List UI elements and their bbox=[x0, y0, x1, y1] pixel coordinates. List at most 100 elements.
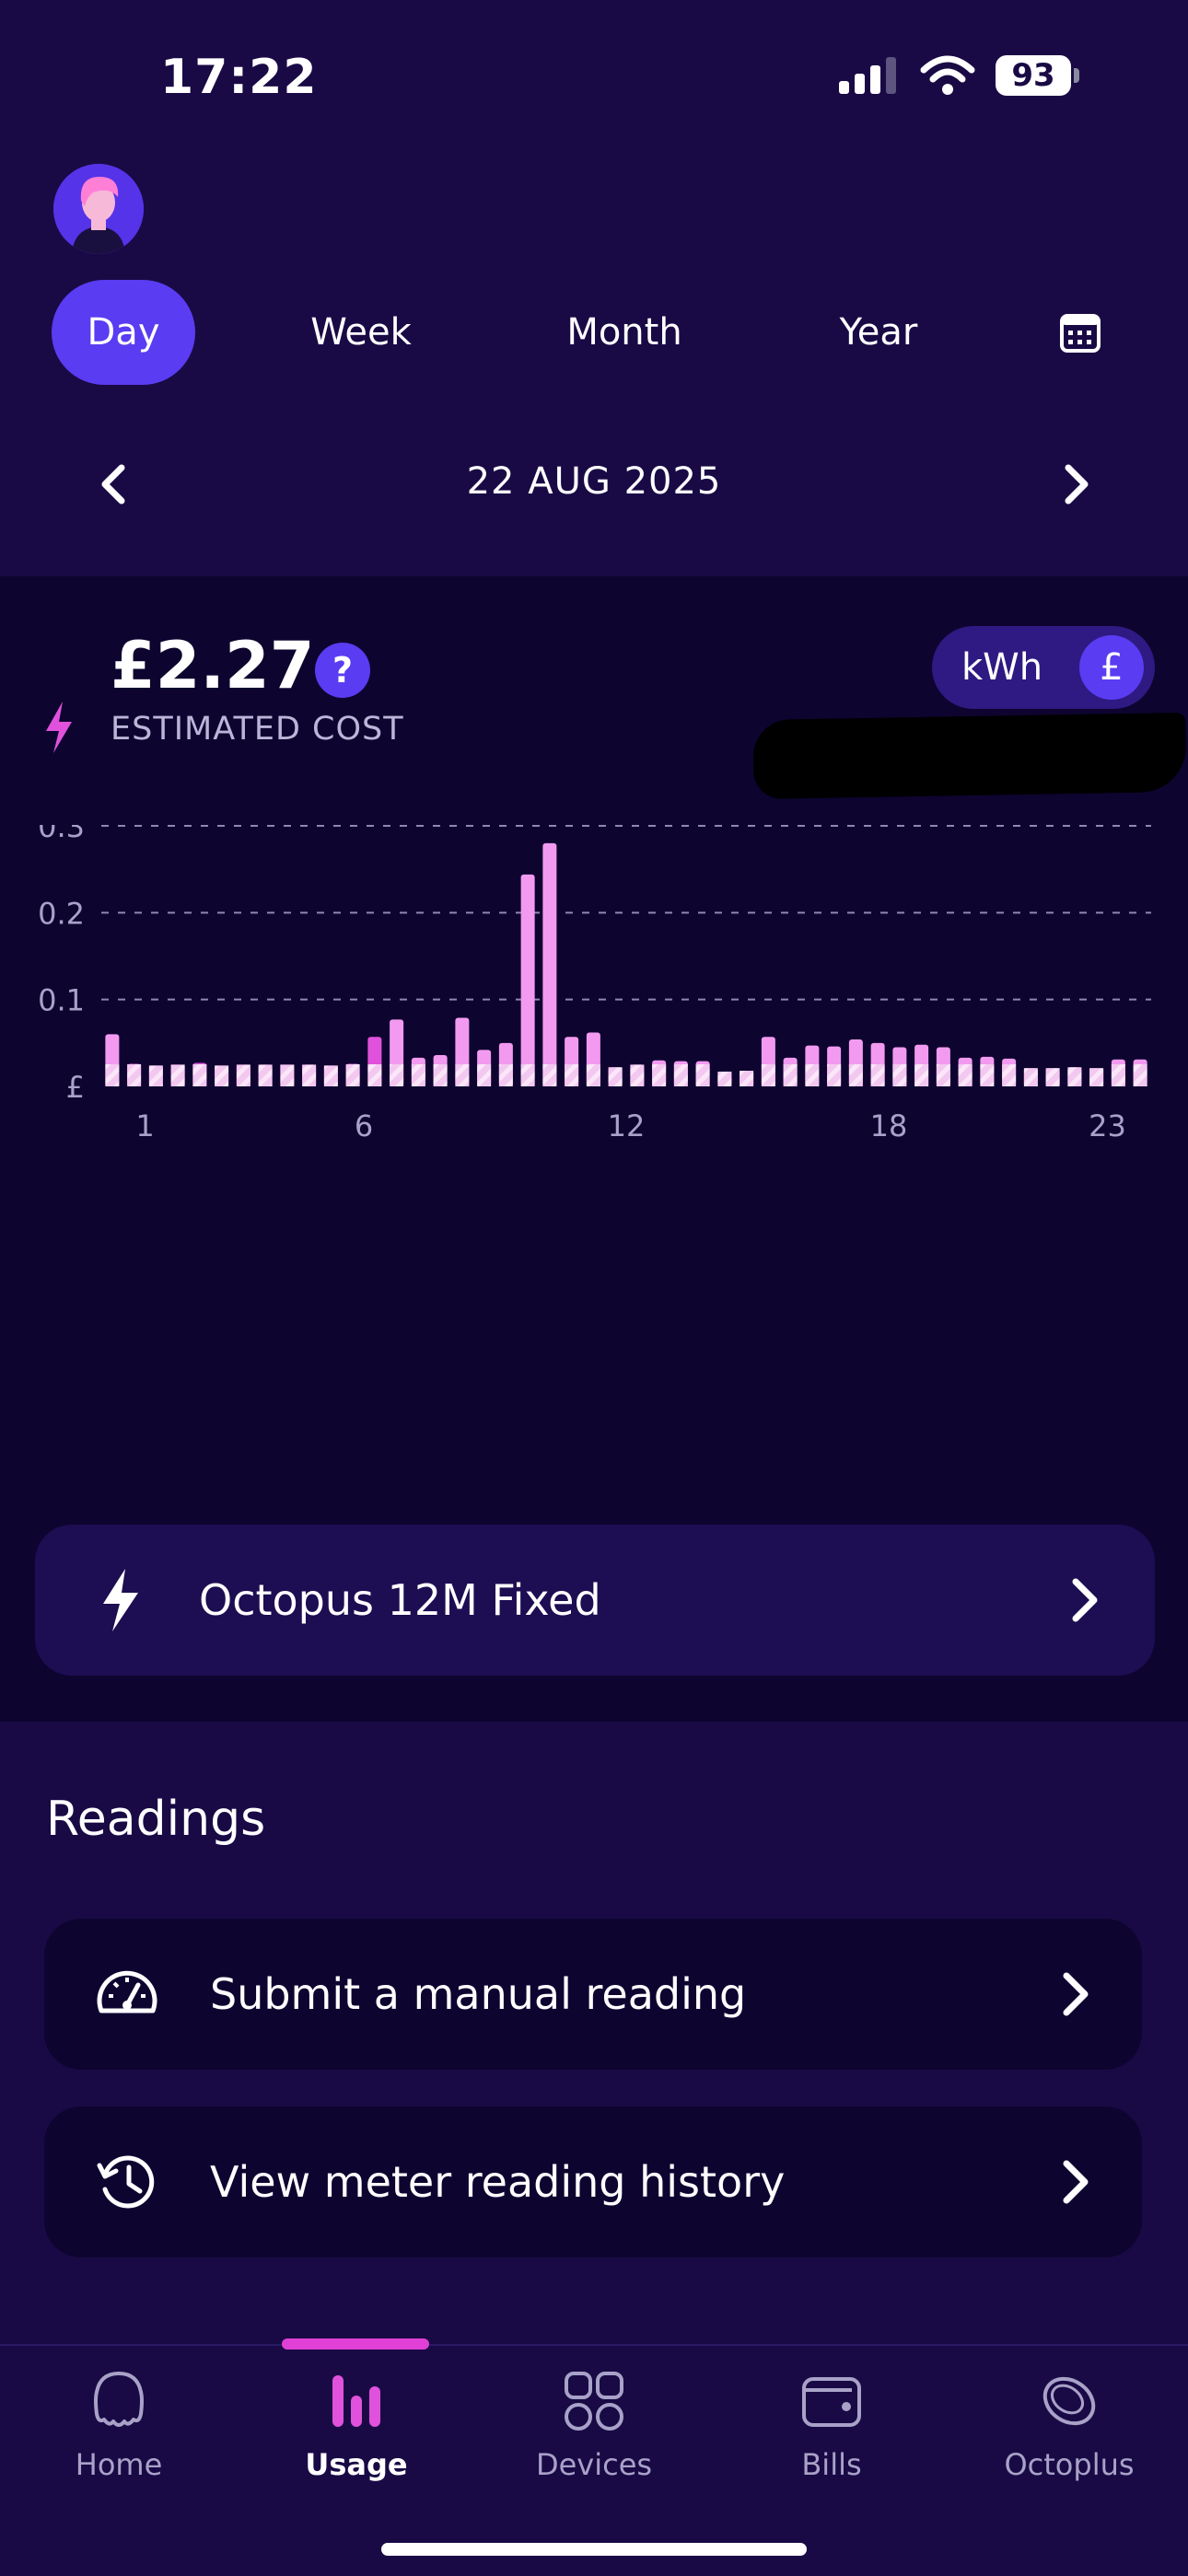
usage-bar[interactable] bbox=[870, 1042, 885, 1086]
usage-bar-chart: 0.3 0.2 0.1 £1 6 12 18 23 bbox=[38, 825, 1151, 1143]
usage-bar[interactable] bbox=[455, 1017, 470, 1086]
usage-panel: £2.27 ? ESTIMATED COST kWh £ 0.3 0.2 0.1 £1… bbox=[0, 576, 1188, 1722]
nav-devices-label: Devices bbox=[535, 2447, 653, 2482]
usage-bar[interactable] bbox=[914, 1044, 929, 1086]
tab-week[interactable]: Week bbox=[285, 280, 437, 385]
usage-bar[interactable] bbox=[608, 1067, 623, 1086]
usage-bar[interactable] bbox=[1045, 1068, 1060, 1086]
usage-bar[interactable] bbox=[433, 1055, 448, 1086]
submit-reading-card[interactable]: Submit a manual reading bbox=[44, 1919, 1142, 2070]
usage-bar[interactable] bbox=[827, 1046, 842, 1086]
usage-bar[interactable] bbox=[565, 1037, 579, 1086]
usage-bar[interactable] bbox=[236, 1064, 250, 1086]
usage-bar[interactable] bbox=[695, 1061, 710, 1086]
usage-bar[interactable] bbox=[936, 1047, 950, 1086]
signal-icon bbox=[839, 57, 896, 94]
x-tick-label: 1 bbox=[135, 1108, 154, 1143]
readings-title: Readings bbox=[46, 1792, 266, 1847]
nav-bills[interactable]: Bills bbox=[713, 2366, 950, 2482]
next-date-button[interactable] bbox=[1048, 457, 1103, 512]
lightning-icon bbox=[46, 702, 72, 753]
usage-bar[interactable] bbox=[192, 1062, 207, 1086]
usage-bar[interactable] bbox=[411, 1057, 425, 1086]
selected-date: 22 AUG 2025 bbox=[466, 460, 722, 503]
usage-bar[interactable] bbox=[1023, 1068, 1038, 1086]
unit-gbp-option[interactable]: £ bbox=[1079, 635, 1144, 700]
reading-history-label: View meter reading history bbox=[210, 2157, 786, 2207]
usage-bar[interactable] bbox=[477, 1050, 492, 1086]
unit-toggle[interactable]: kWh £ bbox=[932, 626, 1155, 709]
usage-bar[interactable] bbox=[1089, 1068, 1104, 1086]
usage-bar[interactable] bbox=[980, 1056, 995, 1086]
y-tick-label: 0.1 bbox=[38, 983, 85, 1018]
y-tick-label: £ bbox=[66, 1070, 85, 1105]
active-tab-indicator bbox=[282, 2338, 429, 2350]
grid-icon bbox=[565, 2372, 623, 2431]
usage-bar[interactable] bbox=[673, 1061, 688, 1086]
tariff-card[interactable]: Octopus 12M Fixed bbox=[35, 1525, 1155, 1676]
usage-bar[interactable] bbox=[280, 1064, 295, 1086]
gauge-icon bbox=[97, 1970, 157, 2013]
usage-bar[interactable] bbox=[892, 1047, 907, 1086]
usage-bar[interactable] bbox=[127, 1063, 142, 1086]
wifi-icon bbox=[920, 55, 975, 95]
usage-bar[interactable] bbox=[1002, 1058, 1017, 1086]
help-icon[interactable]: ? bbox=[315, 643, 370, 698]
usage-bar[interactable] bbox=[170, 1064, 185, 1086]
usage-bar[interactable] bbox=[630, 1064, 645, 1086]
usage-bar[interactable] bbox=[1111, 1059, 1125, 1086]
usage-bar[interactable] bbox=[498, 1042, 513, 1086]
usage-bar[interactable] bbox=[1067, 1067, 1082, 1086]
tariff-name: Octopus 12M Fixed bbox=[199, 1575, 601, 1625]
usage-bar[interactable] bbox=[390, 1019, 404, 1086]
unit-kwh-option[interactable]: kWh bbox=[961, 626, 1042, 709]
usage-bar[interactable] bbox=[783, 1057, 798, 1086]
submit-reading-label: Submit a manual reading bbox=[210, 1969, 747, 2019]
nav-usage[interactable]: Usage bbox=[238, 2366, 475, 2482]
usage-bar[interactable] bbox=[520, 874, 535, 1086]
wallet-icon bbox=[802, 2377, 861, 2427]
avatar[interactable] bbox=[53, 164, 144, 254]
usage-bar[interactable] bbox=[652, 1060, 667, 1086]
coin-icon bbox=[1042, 2376, 1096, 2426]
usage-bar[interactable] bbox=[958, 1057, 973, 1086]
usage-bar[interactable] bbox=[805, 1045, 820, 1086]
x-tick-label: 23 bbox=[1089, 1108, 1126, 1143]
reading-history-card[interactable]: View meter reading history bbox=[44, 2106, 1142, 2257]
redacted-area bbox=[752, 712, 1187, 800]
usage-bar[interactable] bbox=[848, 1039, 863, 1086]
usage-bar[interactable] bbox=[148, 1065, 163, 1086]
usage-bar[interactable] bbox=[717, 1071, 732, 1086]
calendar-icon[interactable] bbox=[1059, 311, 1101, 354]
usage-bar[interactable] bbox=[345, 1063, 360, 1086]
nav-bills-label: Bills bbox=[801, 2447, 862, 2482]
nav-octoplus[interactable]: Octoplus bbox=[950, 2366, 1188, 2482]
usage-bar[interactable] bbox=[740, 1071, 754, 1086]
usage-bar[interactable] bbox=[105, 1034, 120, 1086]
period-tabs: Day Week Month Year bbox=[52, 280, 1138, 385]
tab-month[interactable]: Month bbox=[530, 280, 718, 385]
nav-home[interactable]: Home bbox=[0, 2366, 238, 2482]
nav-devices[interactable]: Devices bbox=[475, 2366, 713, 2482]
usage-bar[interactable] bbox=[302, 1064, 317, 1086]
battery-icon: 93 bbox=[996, 55, 1079, 96]
usage-bar[interactable] bbox=[367, 1037, 382, 1086]
tab-day[interactable]: Day bbox=[52, 280, 195, 385]
lightning-icon bbox=[103, 1569, 138, 1631]
usage-bar[interactable] bbox=[542, 842, 557, 1086]
usage-bar[interactable] bbox=[586, 1032, 600, 1086]
estimated-cost-label: ESTIMATED COST bbox=[111, 711, 404, 748]
chevron-right-icon bbox=[1063, 2160, 1089, 2204]
tab-year[interactable]: Year bbox=[805, 280, 952, 385]
octopus-icon bbox=[94, 2372, 144, 2427]
nav-home-label: Home bbox=[75, 2447, 163, 2482]
y-tick-label: 0.2 bbox=[38, 896, 85, 931]
usage-bar[interactable] bbox=[1133, 1059, 1147, 1086]
home-indicator bbox=[381, 2543, 807, 2556]
usage-bar[interactable] bbox=[323, 1065, 338, 1086]
usage-bar[interactable] bbox=[215, 1065, 229, 1086]
usage-bar[interactable] bbox=[761, 1037, 775, 1086]
x-tick-label: 6 bbox=[355, 1108, 373, 1143]
estimated-cost-value: £2.27 bbox=[111, 628, 315, 703]
usage-bar[interactable] bbox=[258, 1064, 273, 1086]
